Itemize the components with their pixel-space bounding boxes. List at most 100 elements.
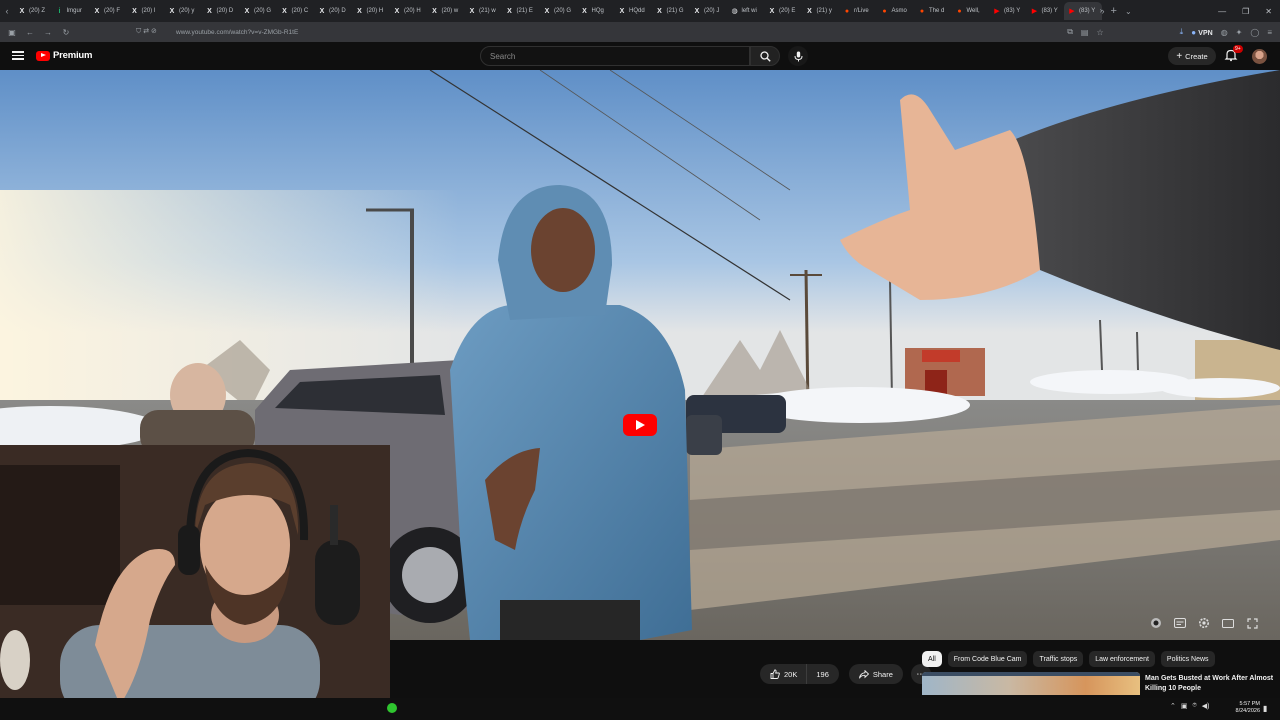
reload-icon[interactable]: ↻ [57, 28, 75, 37]
browser-tab[interactable]: X (20) D [202, 2, 240, 20]
tab-scroll-right-icon[interactable]: › [1102, 6, 1105, 16]
like-dislike-group: 20K 196 [760, 664, 839, 684]
create-button[interactable]: + Create [1168, 47, 1216, 65]
browser-tab[interactable]: ◍ left wi [727, 2, 765, 20]
tray-app-icon[interactable]: ▣ [1181, 702, 1188, 710]
share-button[interactable]: Share [848, 664, 903, 684]
youtube-premium-logo[interactable]: Premium [36, 50, 92, 61]
browser-tab[interactable]: X (20) H [352, 2, 390, 20]
taskbar-clock[interactable]: 5:57 PM 8/24/2026 [1232, 701, 1260, 715]
site-info-icon[interactable]: ⛉ ⇄ ⊘ [136, 27, 157, 36]
taskbar-app-icon[interactable] [387, 703, 397, 713]
filter-chip[interactable]: All [922, 651, 942, 667]
tab-scroll-left-icon[interactable]: ‹ [0, 6, 14, 16]
create-label: Create [1185, 51, 1208, 61]
sidebar-toggle-icon[interactable]: ▣ [3, 28, 21, 37]
x-logo-icon: X [94, 7, 100, 15]
search-button[interactable] [750, 46, 780, 66]
new-tab-button[interactable]: + [1111, 5, 1117, 17]
account-avatar[interactable] [1252, 49, 1267, 64]
fullscreen-button[interactable] [1246, 617, 1258, 629]
forward-icon[interactable]: → [39, 28, 57, 37]
tab-label: (20) H [404, 8, 421, 14]
browser-tab[interactable]: X (20) I [127, 2, 165, 20]
browser-tab[interactable]: X (20) J [689, 2, 727, 20]
settings-button[interactable] [1198, 617, 1210, 629]
vpn-button[interactable]: ● VPN [1191, 28, 1212, 37]
browser-tab[interactable]: ▶(83) Y✕ [1064, 2, 1102, 20]
browser-tab[interactable]: X (20) D [314, 2, 352, 20]
filter-chip[interactable]: Traffic stops [1033, 651, 1084, 667]
browser-tab[interactable]: X (20) H [389, 2, 427, 20]
voice-search-button[interactable] [788, 46, 808, 66]
wallet-icon[interactable]: ◍ [1221, 28, 1228, 37]
browser-tab[interactable]: X (20) G [539, 2, 577, 20]
browser-tab[interactable]: ● r/Live [839, 2, 877, 20]
browser-tab[interactable]: ● The d [914, 2, 952, 20]
recommended-video-title[interactable]: Man Gets Busted at Work After Almost Kil… [1145, 674, 1275, 693]
recommended-video-thumbnail[interactable] [922, 672, 1140, 695]
browser-tab[interactable]: ● Asmo [877, 2, 915, 20]
browser-tab[interactable]: X (20) w [427, 2, 465, 20]
notification-center-icon[interactable]: ▮ [1263, 704, 1267, 713]
browser-tab[interactable]: X (20) F [89, 2, 127, 20]
x-logo-icon: X [19, 7, 25, 15]
bookmark-star-icon[interactable]: ☆ [1096, 28, 1103, 37]
filter-chip[interactable]: Law enforcement [1089, 651, 1155, 667]
search-input[interactable]: Search [480, 46, 750, 66]
browser-tab[interactable]: X (20) G [239, 2, 277, 20]
tab-search-icon[interactable]: ⌄ [1125, 7, 1132, 16]
like-count: 20K [784, 669, 798, 679]
hamburger-menu-icon[interactable] [12, 49, 24, 63]
tab-label: (83) Y [1004, 8, 1021, 14]
filter-chip[interactable]: From Code Blue Cam [947, 651, 1028, 667]
browser-tab[interactable]: X (21) w [464, 2, 502, 20]
theater-icon [1222, 618, 1234, 628]
theater-mode-button[interactable] [1222, 617, 1234, 629]
youtube-logo-icon [36, 50, 50, 61]
browser-tab[interactable]: ▶ (83) Y [1027, 2, 1065, 20]
tray-network-icon[interactable]: ⌾ [1193, 702, 1197, 710]
minimize-icon[interactable]: — [1218, 7, 1226, 16]
browser-tab[interactable]: X (20) Z [14, 2, 52, 20]
tab-label: left wi [741, 8, 757, 14]
vpn-label: VPN [1198, 29, 1213, 37]
browser-tab[interactable]: X (20) C [277, 2, 315, 20]
browser-tab[interactable]: ▶ (83) Y [989, 2, 1027, 20]
man-pants [500, 600, 640, 640]
mic-arm [330, 505, 338, 545]
hoodie-body [450, 305, 692, 640]
tab-label: (20) C [291, 8, 309, 14]
play-button-overlay[interactable] [623, 414, 657, 436]
screenshot-icon[interactable]: ⧉ [1067, 27, 1073, 37]
browser-tab[interactable]: X (21) y [802, 2, 840, 20]
browser-tab[interactable]: X HQdd [614, 2, 652, 20]
browser-menu-icon[interactable]: ≡ [1267, 28, 1272, 37]
autoplay-toggle[interactable] [1150, 617, 1162, 629]
browser-tab[interactable]: i Imgur [52, 2, 90, 20]
restore-icon[interactable]: ❐ [1242, 7, 1249, 16]
close-window-icon[interactable]: ✕ [1265, 7, 1272, 16]
tab-label: Well, [966, 8, 980, 14]
subtitles-button[interactable] [1174, 617, 1186, 629]
tray-overflow-icon[interactable]: ⌃ [1170, 702, 1176, 710]
browser-tab[interactable]: X (20) y [164, 2, 202, 20]
dislike-button[interactable]: 196 [807, 670, 839, 679]
browser-tab[interactable]: ● Well, [952, 2, 990, 20]
volume-icon[interactable]: ◀) [1202, 702, 1210, 710]
browser-tab[interactable]: X (20) E [764, 2, 802, 20]
browser-tab[interactable]: X (21) E [502, 2, 540, 20]
filter-chip[interactable]: Politics News [1160, 651, 1215, 667]
extension-icon[interactable]: ▤ [1081, 28, 1089, 37]
tab-label: (21) G [666, 8, 684, 14]
tab-label: r/Live [854, 8, 869, 14]
extensions-puzzle-icon[interactable]: ✦ [1236, 28, 1243, 37]
x-logo-icon: X [544, 7, 550, 15]
profile-icon[interactable]: ◯ [1250, 28, 1259, 37]
download-icon[interactable]: ⤓ [1180, 27, 1184, 37]
like-button[interactable]: 20K [760, 664, 808, 684]
back-icon[interactable]: ← [21, 28, 39, 37]
url-field[interactable]: ⛉ ⇄ ⊘ www.youtube.com/watch?v=v-ZMGb-R1t… [130, 25, 1090, 39]
browser-tab[interactable]: X (21) G [652, 2, 690, 20]
browser-tab[interactable]: X HQg [577, 2, 615, 20]
